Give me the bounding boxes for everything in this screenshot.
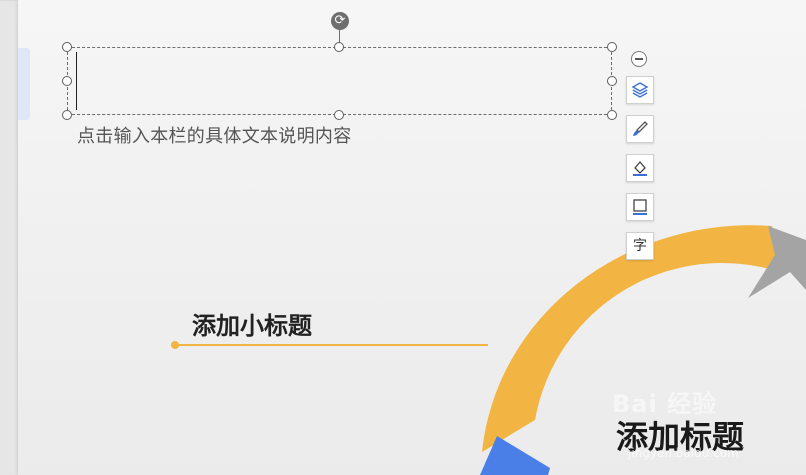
slide-subtitle[interactable]: 添加小标题	[192, 306, 312, 341]
text-style-button[interactable]: 字	[626, 232, 654, 260]
minus-circle-icon[interactable]	[631, 51, 647, 67]
resize-handle-top-right[interactable]	[607, 42, 617, 52]
fill-button[interactable]	[626, 154, 654, 182]
watermark-logo: Bai 经验	[612, 390, 718, 418]
text-style-icon: 字	[633, 238, 647, 254]
fill-bucket-icon	[633, 160, 647, 176]
border-button[interactable]	[626, 193, 654, 221]
description-text[interactable]: 点击输入本栏的具体文本说明内容	[77, 122, 352, 148]
text-placeholder-box[interactable]	[67, 47, 612, 115]
layers-button[interactable]	[626, 76, 654, 104]
resize-handle-right[interactable]	[607, 76, 617, 86]
rotate-icon[interactable]: ⟳	[331, 12, 349, 30]
resize-handle-bottom[interactable]	[334, 110, 344, 120]
resize-handle-top[interactable]	[334, 42, 344, 52]
resize-handle-bottom-right[interactable]	[607, 110, 617, 120]
connector-dot	[171, 341, 179, 349]
watermark-url: jingyan.baidu.com	[628, 446, 739, 460]
resize-handle-left[interactable]	[62, 76, 72, 86]
resize-handle-bottom-left[interactable]	[62, 110, 72, 120]
border-icon	[633, 199, 647, 215]
layers-icon	[631, 82, 649, 98]
brush-icon	[633, 121, 648, 136]
resize-handle-top-left[interactable]	[62, 42, 72, 52]
brush-button[interactable]	[626, 115, 654, 143]
text-caret	[76, 52, 77, 110]
